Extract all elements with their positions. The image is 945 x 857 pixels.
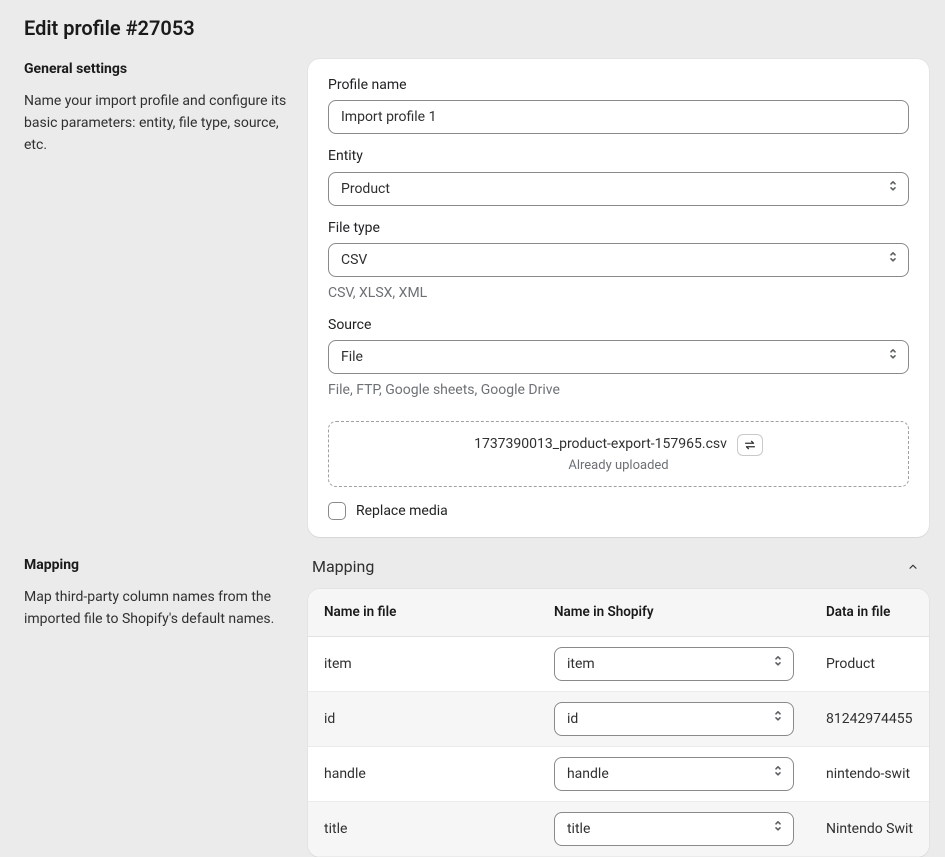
- profile-name-field: Profile name: [328, 75, 909, 134]
- mapping-shopify-select[interactable]: title: [554, 812, 794, 846]
- general-settings-card: Profile name Entity Product File type: [308, 59, 929, 537]
- upload-filename: 1737390013_product-export-157965.csv: [474, 436, 727, 453]
- entity-label: Entity: [328, 146, 909, 166]
- mapping-shopify-select[interactable]: item: [554, 647, 794, 681]
- swap-file-button[interactable]: [737, 434, 763, 456]
- col-name-in-file: Name in file: [308, 589, 538, 637]
- mapping-data-in-file: 81242974455: [810, 692, 929, 747]
- general-settings-side: General settings Name your import profil…: [24, 59, 308, 156]
- source-help: File, FTP, Google sheets, Google Drive: [328, 380, 909, 400]
- mapping-section: Mapping Map third-party column names fro…: [24, 555, 929, 857]
- mapping-table: Name in file Name in Shopify Data in fil…: [308, 589, 929, 857]
- entity-field: Entity Product: [328, 146, 909, 205]
- mapping-side-desc: Map third-party column names from the im…: [24, 587, 288, 630]
- general-settings-heading: General settings: [24, 59, 288, 79]
- replace-media-label: Replace media: [356, 501, 448, 521]
- entity-select[interactable]: Product: [328, 172, 909, 206]
- col-name-in-shopify: Name in Shopify: [538, 589, 810, 637]
- mapping-name-in-file: handle: [308, 747, 538, 802]
- col-data-in-file: Data in file: [810, 589, 929, 637]
- file-type-label: File type: [328, 218, 909, 238]
- profile-name-label: Profile name: [328, 75, 909, 95]
- mapping-row: item item Product: [308, 637, 929, 692]
- file-dropzone[interactable]: 1737390013_product-export-157965.csv Alr…: [328, 421, 909, 487]
- mapping-row: title title Nintendo Swit: [308, 802, 929, 857]
- mapping-shopify-select[interactable]: id: [554, 702, 794, 736]
- file-type-select[interactable]: CSV: [328, 243, 909, 277]
- profile-name-input[interactable]: [328, 100, 909, 134]
- mapping-row: handle handle nintendo-swit: [308, 747, 929, 802]
- mapping-card: Name in file Name in Shopify Data in fil…: [308, 589, 929, 857]
- replace-media-row: Replace media: [328, 501, 909, 521]
- file-type-field: File type CSV CSV, XLSX, XML: [328, 218, 909, 304]
- source-field: Source File File, FTP, Google sheets, Go…: [328, 315, 909, 401]
- mapping-data-in-file: Product: [810, 637, 929, 692]
- mapping-data-in-file: Nintendo Swit: [810, 802, 929, 857]
- mapping-side-heading: Mapping: [24, 555, 288, 575]
- mapping-name-in-file: item: [308, 637, 538, 692]
- source-label: Source: [328, 315, 909, 335]
- mapping-name-in-file: id: [308, 692, 538, 747]
- mapping-heading-bar: Mapping: [308, 555, 929, 589]
- mapping-data-in-file: nintendo-swit: [810, 747, 929, 802]
- general-settings-desc: Name your import profile and configure i…: [24, 91, 288, 156]
- page-title: Edit profile #27053: [24, 14, 929, 43]
- mapping-row: idid 81242974455: [308, 692, 929, 747]
- replace-media-checkbox[interactable]: [328, 502, 346, 520]
- file-type-help: CSV, XLSX, XML: [328, 283, 909, 303]
- mapping-collapse-button[interactable]: [901, 555, 925, 579]
- swap-icon: [743, 438, 757, 452]
- mapping-shopify-select[interactable]: handle: [554, 757, 794, 791]
- mapping-name-in-file: title: [308, 802, 538, 857]
- source-select[interactable]: File: [328, 340, 909, 374]
- upload-status: Already uploaded: [345, 457, 892, 476]
- upload-filename-row: 1737390013_product-export-157965.csv: [474, 434, 763, 456]
- general-settings-section: General settings Name your import profil…: [24, 59, 929, 537]
- mapping-side: Mapping Map third-party column names fro…: [24, 555, 308, 631]
- mapping-heading: Mapping: [312, 555, 374, 578]
- chevron-up-icon: [907, 558, 919, 576]
